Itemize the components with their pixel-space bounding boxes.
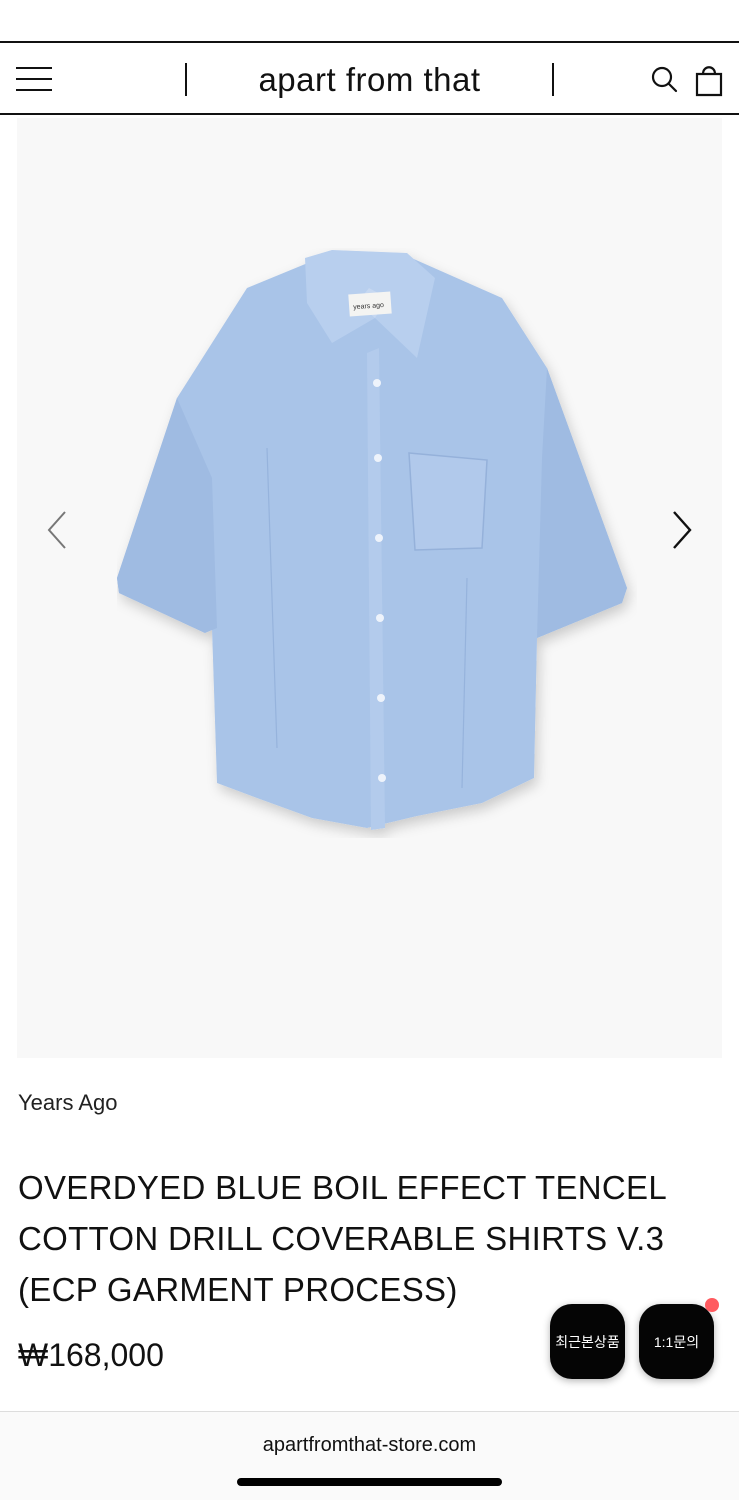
home-indicator[interactable]: [237, 1478, 502, 1486]
product-image: years ago: [117, 250, 627, 830]
recently-viewed-button[interactable]: 최근본상품: [550, 1304, 625, 1379]
chevron-right-icon[interactable]: [662, 508, 702, 552]
notification-dot: [705, 1298, 719, 1312]
inquiry-button[interactable]: 1:1문의: [639, 1298, 719, 1379]
site-header: apart from that: [0, 41, 739, 115]
chevron-left-icon[interactable]: [39, 508, 79, 552]
product-image-gallery[interactable]: years ago: [17, 118, 722, 1058]
browser-address-bar[interactable]: apartfromthat-store.com: [0, 1411, 739, 1500]
url-text: apartfromthat-store.com: [262, 1434, 477, 1456]
shopping-bag-icon[interactable]: [694, 63, 724, 102]
product-price: ₩168,000: [18, 1337, 164, 1373]
divider: [552, 63, 554, 96]
site-logo[interactable]: apart from that: [0, 61, 739, 99]
inquiry-label: 1:1문의: [653, 1333, 700, 1350]
search-icon[interactable]: [650, 65, 680, 100]
product-title: OVERDYED BLUE BOIL EFFECT TENCEL COTTON …: [18, 1169, 666, 1308]
recently-viewed-label: 최근본상품: [555, 1333, 620, 1350]
product-brand[interactable]: Years Ago: [18, 1090, 118, 1116]
